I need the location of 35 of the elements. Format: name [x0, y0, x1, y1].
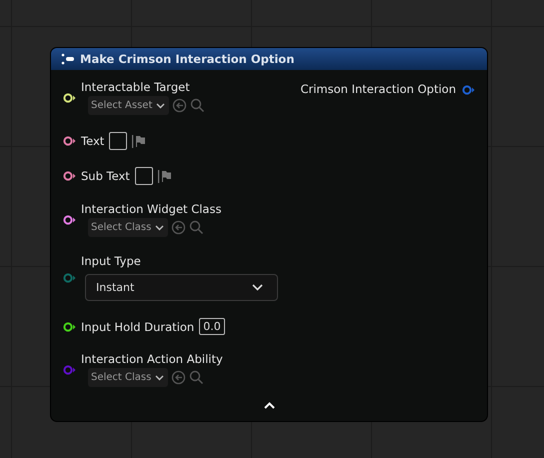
node-title: Make Crimson Interaction Option: [80, 52, 294, 66]
asset-picker[interactable]: Select Asset: [88, 96, 170, 115]
pin-label: Input Type: [81, 254, 142, 268]
search-icon[interactable]: [190, 98, 206, 113]
pin-label: Sub Text: [81, 169, 130, 183]
output-pin-icon[interactable]: [462, 85, 475, 95]
function-icon: [61, 53, 75, 65]
input-pin-icon[interactable]: [63, 136, 76, 146]
input-pin-icon[interactable]: [63, 214, 76, 224]
input-pin-icon[interactable]: [63, 272, 76, 282]
chevron-down-icon: [155, 224, 164, 230]
chevron-down-icon: [155, 374, 164, 380]
input-pin-icon[interactable]: [63, 171, 76, 181]
search-icon[interactable]: [189, 370, 204, 385]
pin-label: Crimson Interaction Option: [300, 82, 456, 96]
pin-label: Interaction Widget Class: [81, 202, 222, 216]
pin-label: Interaction Action Ability: [81, 352, 223, 366]
pin-label: Text: [81, 134, 104, 148]
pin-label: Interactable Target: [81, 80, 191, 94]
text-input-field[interactable]: [109, 132, 128, 150]
asset-picker[interactable]: Select Class: [88, 218, 168, 237]
chevron-down-icon: [156, 102, 166, 108]
input-pin-icon[interactable]: [63, 322, 76, 332]
search-icon[interactable]: [189, 220, 204, 235]
number-field[interactable]: 0.0: [199, 318, 225, 335]
flag-icon[interactable]: [132, 134, 146, 148]
dropdown[interactable]: Instant: [85, 274, 278, 301]
flag-icon[interactable]: [158, 170, 172, 182]
collapse-chevron-icon[interactable]: [264, 402, 274, 408]
input-pin-icon[interactable]: [63, 364, 76, 374]
chevron-down-icon: [252, 284, 263, 291]
pin-label: Input Hold Duration: [81, 320, 194, 334]
text-input-field[interactable]: [134, 167, 153, 185]
input-pin-icon[interactable]: [63, 92, 76, 102]
asset-picker[interactable]: Select Class: [88, 368, 168, 387]
